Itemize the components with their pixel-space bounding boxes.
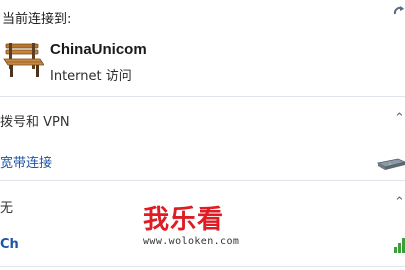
divider — [0, 180, 405, 181]
divider — [0, 96, 405, 97]
network-status: Internet 访问 — [50, 69, 132, 84]
connected-label: 当前连接到: — [2, 12, 72, 27]
refresh-icon[interactable] — [392, 4, 405, 18]
collapse-up-icon[interactable]: ⌃ — [394, 112, 405, 125]
current-network[interactable]: ChinaUnicom Internet 访问 — [0, 34, 405, 86]
signal-strength-icon — [394, 235, 405, 253]
broadband-connection[interactable]: 宽带连接 — [0, 152, 52, 171]
network-name: ChinaUnicom — [50, 41, 147, 58]
section-dialup-vpn[interactable]: 拨号和 VPN — [0, 111, 70, 130]
wireless-network-item[interactable]: Ch — [0, 237, 19, 252]
watermark-logo: 我乐看 — [143, 205, 225, 235]
section-wireless[interactable]: 无 — [0, 197, 13, 216]
bottom-border — [0, 266, 405, 267]
modem-icon — [376, 153, 405, 171]
collapse-up-icon[interactable]: ⌃ — [394, 196, 405, 209]
bench-network-icon — [2, 42, 45, 80]
watermark-url: www.woloken.com — [143, 236, 240, 247]
